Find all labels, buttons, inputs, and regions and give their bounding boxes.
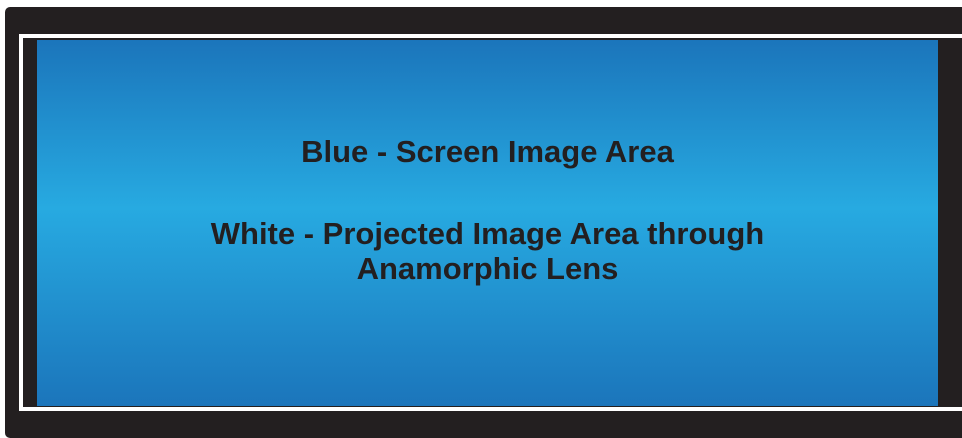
blue-area-label: Blue - Screen Image Area <box>301 134 674 169</box>
screen-image-area: Blue - Screen Image Area White - Project… <box>37 40 938 406</box>
white-area-label: White - Projected Image Area through Ana… <box>37 216 938 286</box>
white-area-label-line1: White - Projected Image Area through <box>210 216 765 251</box>
white-area-label-line2: Anamorphic Lens <box>356 251 619 286</box>
